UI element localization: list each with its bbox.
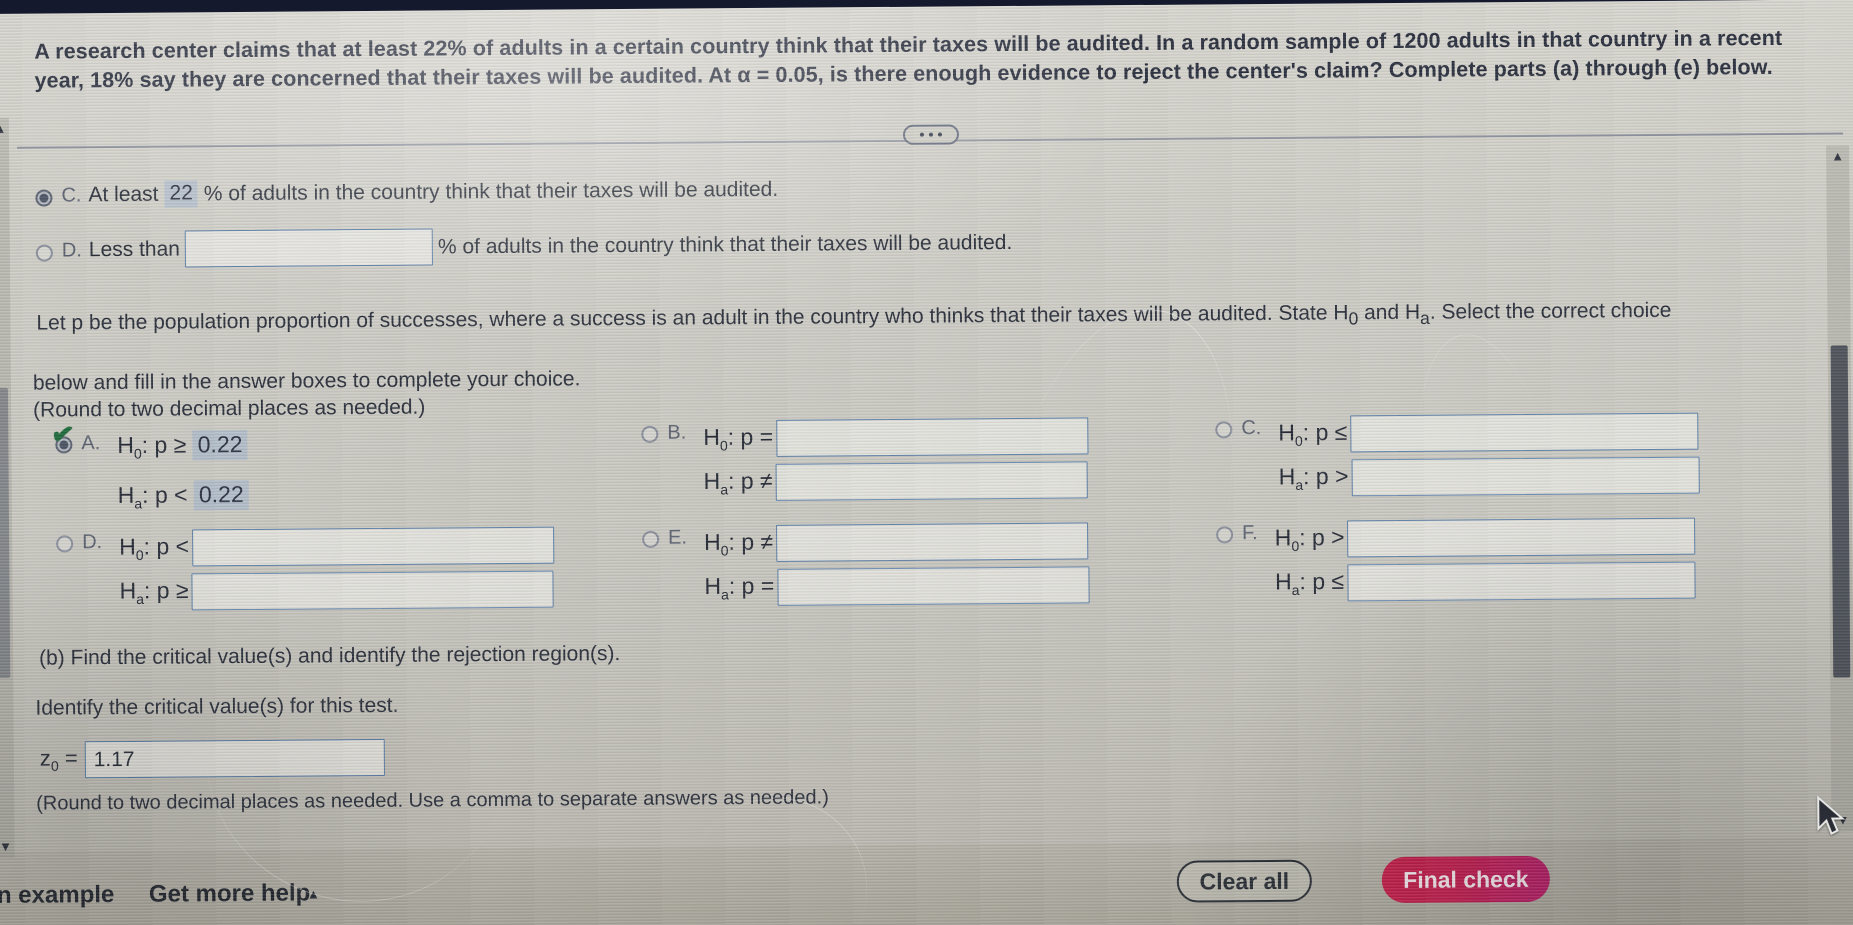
- hypothesis-option-b-radio[interactable]: [641, 425, 659, 443]
- hypothesis-option-d-alt-input[interactable]: [191, 570, 554, 611]
- option-c-letter: C.: [61, 183, 82, 206]
- hypotheses-rounding-note: (Round to two decimal places as needed.): [33, 395, 426, 422]
- hypothesis-option-b-alt: Ha: p ≠: [703, 461, 1088, 501]
- hypothesis-option-e-alt: Ha: p =: [704, 566, 1090, 606]
- part-b-subheading: Identify the critical value(s) for this …: [35, 693, 399, 720]
- hypothesis-option-f-alt: Ha: p ≤: [1275, 561, 1696, 602]
- hypothesis-option-b-null: H0: p =: [703, 417, 1089, 457]
- hypotheses-intro: Let p be the population proportion of su…: [36, 295, 1796, 344]
- hypothesis-option-a-null-value[interactable]: 0.22: [192, 429, 248, 461]
- hypothesis-option-f-null: H0: p >: [1275, 517, 1696, 558]
- hypothesis-option-e-alt-input[interactable]: [777, 566, 1090, 606]
- hypothesis-option-c-null: H0: p ≤: [1278, 412, 1699, 453]
- option-c-row[interactable]: C. At least 22 % of adults in the countr…: [35, 176, 778, 209]
- mouse-cursor-icon: [1817, 795, 1846, 835]
- hypothesis-option-f-null-input[interactable]: [1347, 517, 1696, 558]
- critical-value-input[interactable]: 1.17: [84, 738, 385, 779]
- hypothesis-option-c-letter: C.: [1241, 417, 1262, 440]
- hypothesis-option-d[interactable]: D. H0: p < Ha: p ≥: [56, 526, 555, 612]
- hypothesis-option-e-radio[interactable]: [642, 530, 660, 548]
- hypothesis-option-d-null: H0: p <: [119, 526, 555, 567]
- hypotheses-intro-end: . Select the correct choice: [1429, 298, 1672, 324]
- critical-value-row[interactable]: z0 = 1.17: [39, 738, 385, 779]
- option-d-text-before: Less than: [88, 237, 181, 261]
- option-d-text-after: % of adults in the country think that th…: [437, 230, 1013, 258]
- bottom-toolbar: n example Get more help ▲ Clear all Fina…: [0, 837, 1853, 925]
- part-b-note: (Round to two decimal places as needed. …: [36, 786, 829, 815]
- final-check-button[interactable]: Final check: [1381, 855, 1551, 904]
- critical-value-label: z0 =: [39, 745, 78, 775]
- hypothesis-option-f[interactable]: F. H0: p > Ha: p ≤: [1216, 517, 1696, 603]
- more-options-ellipsis-icon[interactable]: [902, 124, 960, 145]
- screen-photo: A research center claims that at least 2…: [0, 0, 1853, 925]
- hypothesis-option-b-letter: B.: [667, 421, 687, 444]
- h-null-sub: 0: [1348, 308, 1359, 329]
- scroll-up-icon[interactable]: ▲: [1826, 147, 1849, 165]
- hypothesis-option-a-null: H0: p ≥ 0.22: [117, 429, 248, 462]
- hypotheses-intro-line1: Let p be the population proportion of su…: [36, 301, 1349, 335]
- question-prompt: A research center claims that at least 2…: [34, 25, 1783, 93]
- hypothesis-option-c-null-input[interactable]: [1350, 412, 1699, 453]
- outer-scroll-down-icon[interactable]: ▼: [0, 838, 15, 856]
- hypothesis-option-c-alt: Ha: p >: [1279, 456, 1700, 497]
- hypothesis-option-e-letter: E.: [668, 526, 688, 549]
- hypothesis-option-c[interactable]: C. H0: p ≤ Ha: p >: [1215, 412, 1700, 498]
- hypothesis-option-e-null-input[interactable]: [775, 522, 1089, 562]
- correct-checkmark-icon: ✔: [49, 418, 76, 451]
- hypothesis-option-d-letter: D.: [82, 531, 103, 554]
- hypothesis-option-a-alt-value[interactable]: 0.22: [193, 479, 249, 511]
- option-c-radio[interactable]: [35, 189, 53, 207]
- get-more-help-caret-icon[interactable]: ▲: [307, 886, 320, 901]
- option-c-text-before: At least: [88, 182, 159, 206]
- hypothesis-option-e-null: H0: p ≠: [704, 522, 1089, 562]
- homework-page: A research center claims that at least 2…: [0, 0, 1853, 925]
- question-scrollbar[interactable]: ▲ ▼: [1826, 145, 1853, 832]
- hypothesis-option-d-radio[interactable]: [56, 535, 74, 553]
- option-d-radio[interactable]: [35, 244, 53, 262]
- option-d-row[interactable]: D. Less than % of adults in the country …: [35, 224, 1013, 269]
- hypothesis-option-e[interactable]: E. H0: p ≠ Ha: p =: [642, 522, 1090, 607]
- view-an-example-button[interactable]: n example: [0, 881, 114, 910]
- outer-scrollbar-thumb[interactable]: [0, 387, 11, 678]
- hypothesis-option-a-letter: A.: [81, 432, 101, 455]
- hypothesis-option-b-null-input[interactable]: [775, 417, 1089, 457]
- hypothesis-option-f-radio[interactable]: [1216, 526, 1234, 544]
- hypothesis-option-f-letter: F.: [1242, 522, 1258, 545]
- hypothesis-option-c-radio[interactable]: [1215, 421, 1233, 439]
- hypothesis-option-c-alt-input[interactable]: [1351, 456, 1700, 497]
- hypothesis-option-d-null-input[interactable]: [191, 526, 555, 567]
- clear-all-button[interactable]: Clear all: [1176, 859, 1313, 903]
- get-more-help-button[interactable]: Get more help: [149, 880, 311, 909]
- hypotheses-intro-mid: and H: [1358, 300, 1421, 325]
- outer-scroll-up-icon[interactable]: ▲: [0, 120, 9, 138]
- option-d-input[interactable]: [184, 228, 434, 268]
- hypothesis-option-a-alt: Ha: p < 0.22: [118, 479, 249, 512]
- monitor-screen: A research center claims that at least 2…: [0, 0, 1853, 925]
- option-c-value[interactable]: 22: [164, 180, 198, 208]
- option-d-letter: D.: [61, 238, 82, 261]
- part-b-heading: (b) Find the critical value(s) and ident…: [38, 642, 621, 670]
- hypothesis-option-d-alt: Ha: p ≥: [119, 570, 554, 611]
- option-c-text-after: % of adults in the country think that th…: [203, 177, 779, 205]
- hypothesis-option-a[interactable]: ✔ A. H0: p ≥ 0.22 Ha: p < 0.22: [50, 418, 249, 512]
- question-scrollbar-thumb[interactable]: [1830, 345, 1851, 678]
- hypothesis-option-b[interactable]: B. H0: p = Ha: p ≠: [641, 417, 1089, 502]
- hypothesis-option-f-alt-input[interactable]: [1346, 561, 1696, 602]
- hypothesis-option-b-alt-input[interactable]: [775, 461, 1088, 501]
